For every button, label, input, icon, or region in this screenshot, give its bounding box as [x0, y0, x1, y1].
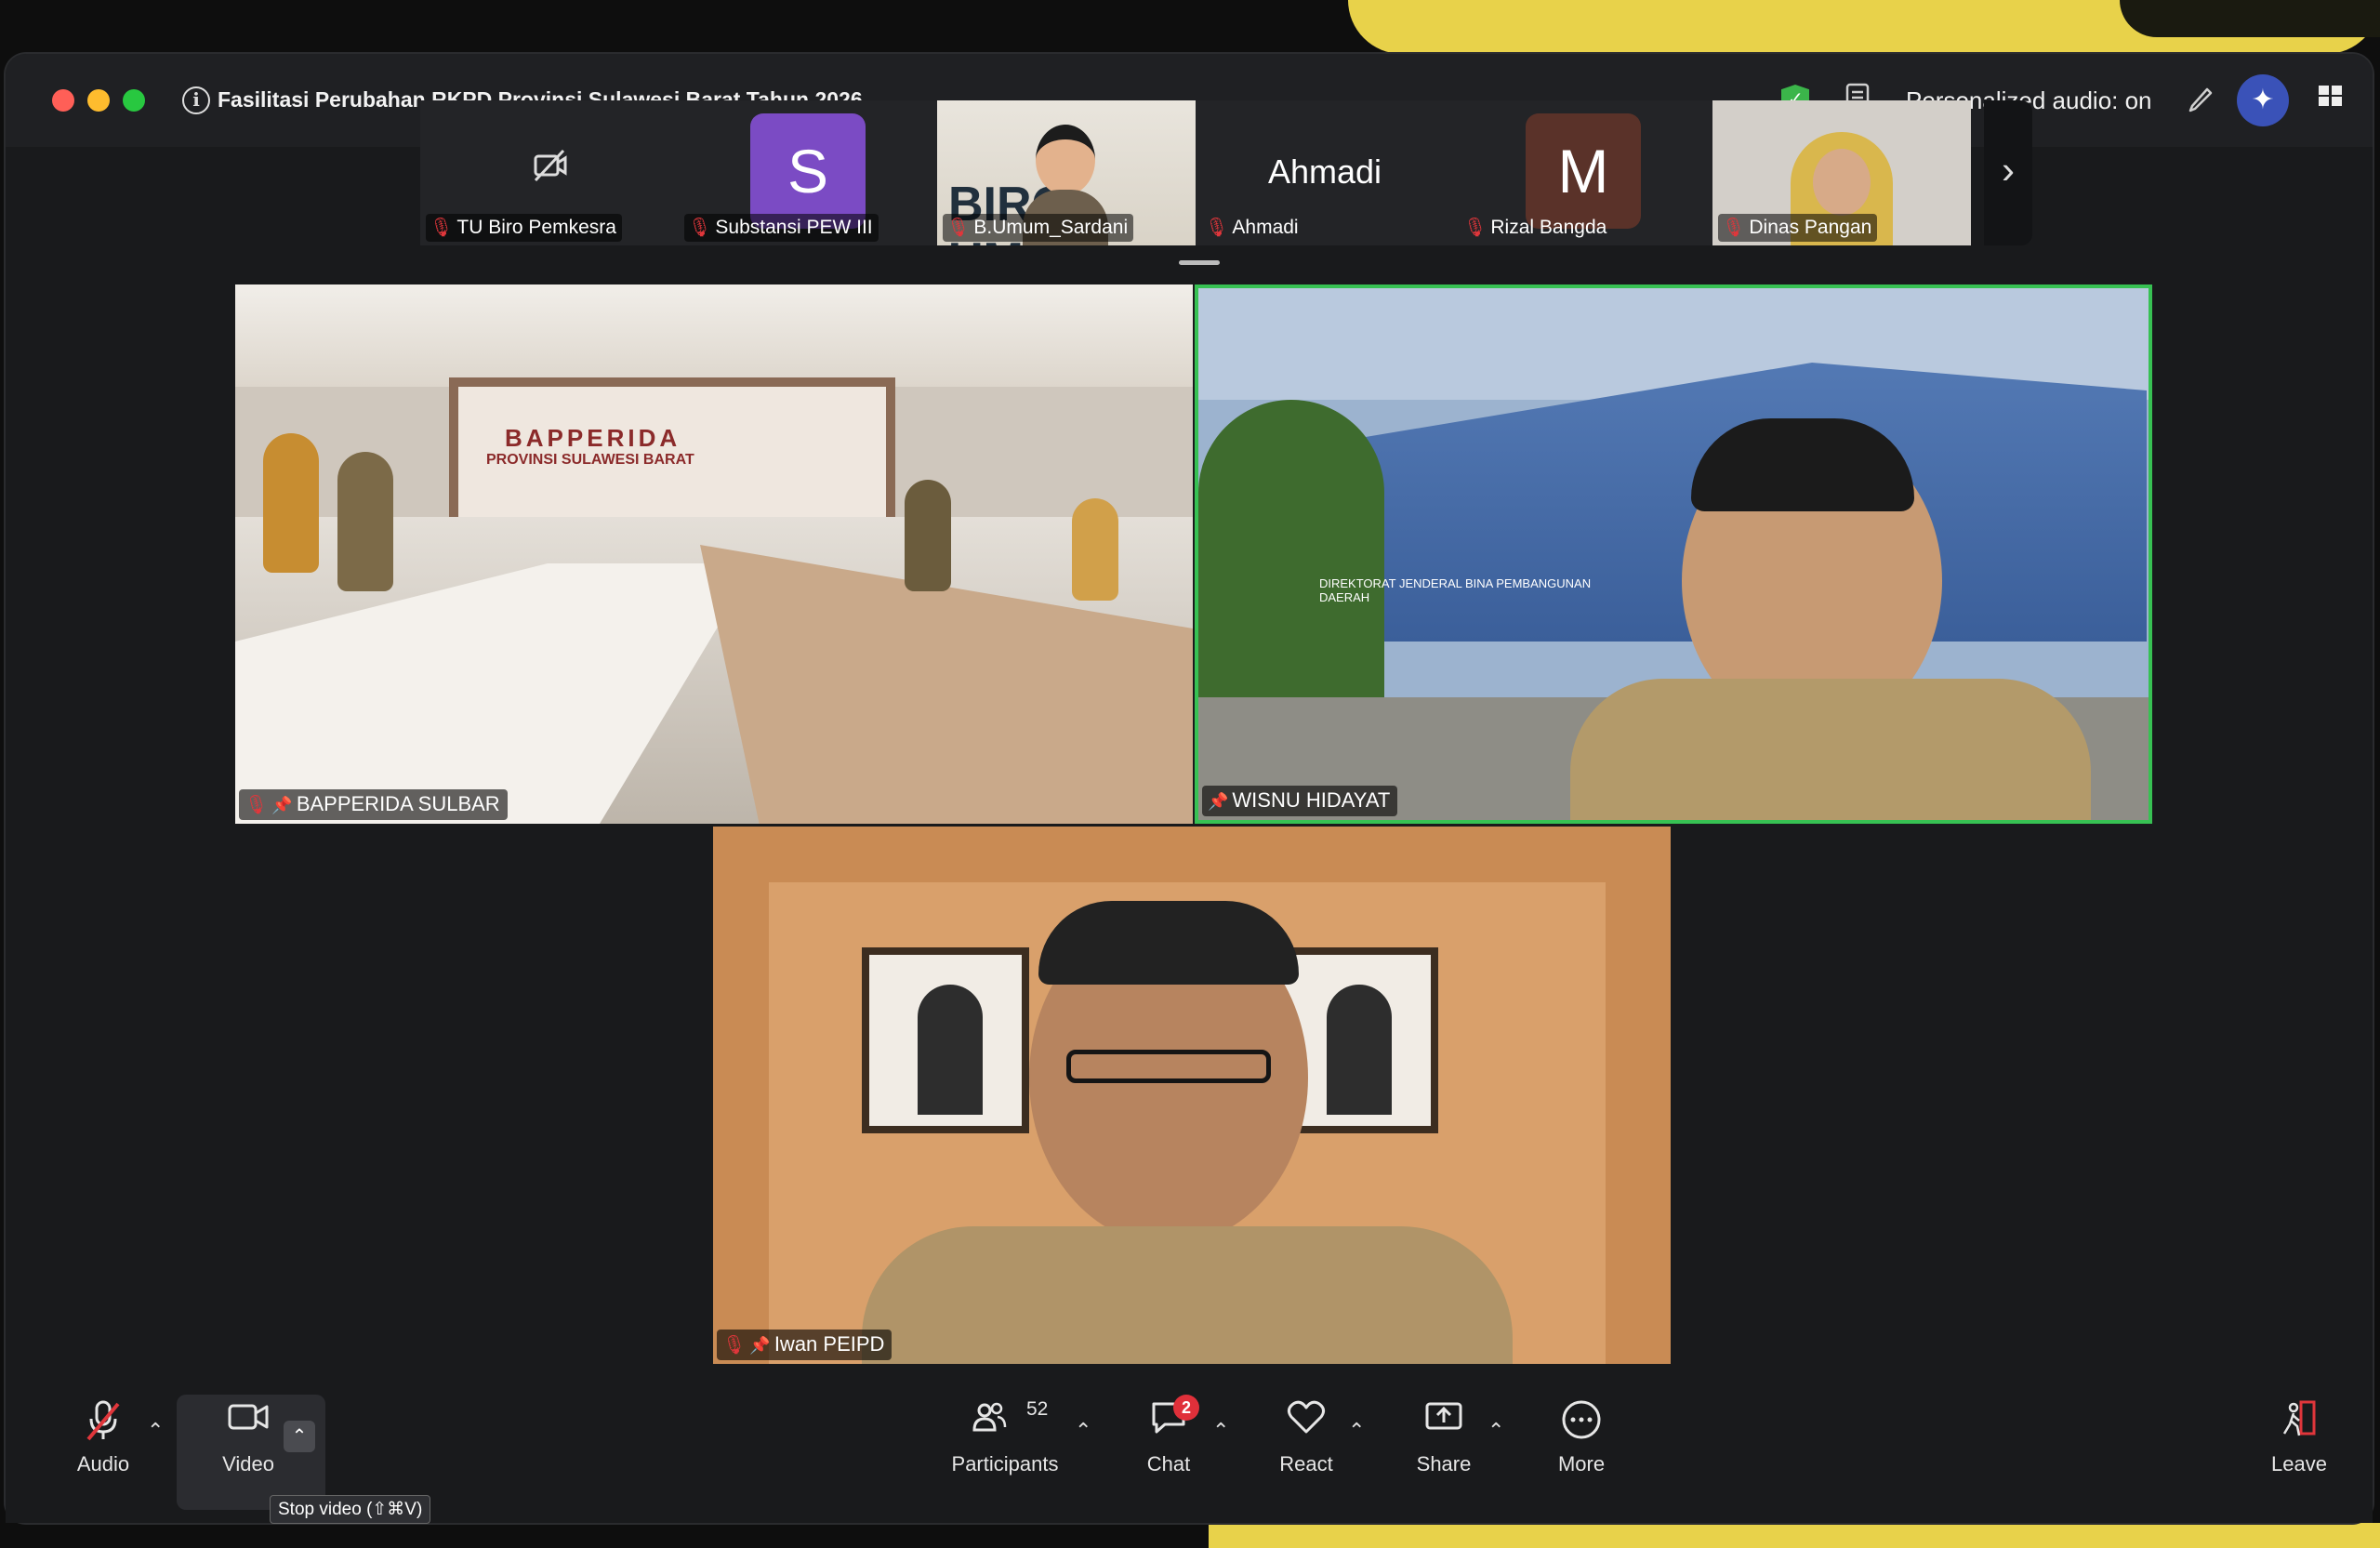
- chat-options-caret[interactable]: ⌃: [1212, 1419, 1229, 1443]
- mic-muted-icon: 🎙: [1463, 218, 1488, 238]
- participant-name-label: 🎙 Dinas Pangan: [1718, 214, 1878, 242]
- participant-name-label: 🎙 Ahmadi: [1205, 217, 1299, 238]
- react-label: React: [1279, 1452, 1333, 1475]
- avatar: M: [1526, 113, 1641, 229]
- more-button[interactable]: More: [1521, 1398, 1642, 1476]
- audio-label: Audio: [76, 1452, 130, 1475]
- share-button[interactable]: Share: [1383, 1398, 1504, 1476]
- video-options-caret[interactable]: ⌃: [284, 1421, 315, 1452]
- participant-name-label: 📌 WISNU HIDAYAT: [1202, 786, 1398, 816]
- mic-muted-icon: [43, 1398, 164, 1449]
- pencil-icon[interactable]: [2187, 82, 2215, 121]
- participant-name-label: 🎙 📌 Iwan PEIPD: [717, 1330, 892, 1360]
- video-tile[interactable]: BAPPERIDA PROVINSI SULAWESI BARAT 🎙 📌 BAPP…: [235, 284, 1193, 824]
- pin-icon: 📌: [271, 796, 293, 814]
- leave-label: Leave: [2271, 1452, 2327, 1475]
- filmstrip-tile[interactable]: 🎙 Dinas Pangan: [1712, 100, 1971, 245]
- participant-display-name: Ahmadi: [1267, 152, 1382, 191]
- filmstrip-tile[interactable]: Ahmadi 🎙 Ahmadi: [1196, 100, 1454, 245]
- audio-options-caret[interactable]: ⌃: [147, 1419, 164, 1443]
- participant-name-label: 🎙 TU Biro Pemkesra: [426, 214, 622, 242]
- mic-muted-icon: 🎙: [245, 795, 269, 815]
- mic-muted-icon: 🎙: [688, 218, 712, 238]
- filmstrip-tile[interactable]: M 🎙 Rizal Bangda: [1454, 100, 1712, 245]
- filmstrip-next-button[interactable]: ›: [1984, 100, 2032, 245]
- grid-view-icon[interactable]: [2317, 82, 2345, 117]
- video-off-icon: [532, 147, 569, 189]
- share-screen-icon: [1383, 1398, 1504, 1449]
- mic-muted-icon: 🎙: [1722, 218, 1746, 238]
- mic-muted-icon: 🎙: [430, 218, 454, 238]
- participant-video: DIREKTORAT JENDERAL BINA PEMBANGUNAN DAE…: [1198, 288, 2149, 820]
- info-icon[interactable]: i: [182, 86, 210, 114]
- react-options-caret[interactable]: ⌃: [1348, 1419, 1365, 1443]
- pin-icon: 📌: [749, 1336, 771, 1355]
- chat-button[interactable]: Chat: [1108, 1398, 1229, 1476]
- avatar: S: [750, 113, 866, 229]
- video-label: Video: [222, 1452, 274, 1475]
- desktop-wallpaper-shape: [2120, 0, 2380, 37]
- participants-label: Participants: [951, 1452, 1059, 1475]
- mic-muted-icon: 🎙: [722, 1335, 747, 1356]
- sparkle-icon[interactable]: ✦: [2237, 74, 2289, 126]
- video-tile[interactable]: 🎙 📌 Iwan PEIPD: [713, 827, 1671, 1364]
- filmstrip-tile[interactable]: BIRO UMUM 🎙B.Umum_Sardani: [937, 100, 1196, 245]
- mic-muted-icon: 🎙: [1205, 218, 1229, 238]
- video-tile-active-speaker[interactable]: DIREKTORAT JENDERAL BINA PEMBANGUNAN DAE…: [1195, 284, 2152, 824]
- participant-name-label: 🎙 📌 BAPPERIDA SULBAR: [239, 789, 508, 820]
- desktop-wallpaper-bottom: [1209, 1523, 2380, 1548]
- participant-name-label: 🎙 Rizal Bangda: [1463, 217, 1607, 238]
- chat-icon: [1108, 1398, 1229, 1449]
- minimize-window-button[interactable]: [87, 89, 110, 112]
- maximize-window-button[interactable]: [123, 89, 145, 112]
- filmstrip-resize-handle[interactable]: [1179, 260, 1220, 265]
- participant-name-label: 🎙 B.Umum_Sardani: [943, 214, 1134, 242]
- stop-video-tooltip: Stop video (⇧⌘V): [270, 1495, 431, 1524]
- share-label: Share: [1416, 1452, 1472, 1475]
- chat-unread-badge: 2: [1173, 1395, 1199, 1421]
- more-icon: [1521, 1398, 1642, 1449]
- participant-video: [713, 827, 1671, 1364]
- close-window-button[interactable]: [52, 89, 74, 112]
- participant-name-label: 🎙 Substansi PEW III: [684, 214, 879, 242]
- pin-icon: 📌: [1208, 792, 1229, 811]
- participant-count: 52: [1026, 1398, 1049, 1420]
- more-label: More: [1557, 1452, 1606, 1475]
- audio-button[interactable]: Audio: [43, 1398, 164, 1476]
- share-options-caret[interactable]: ⌃: [1488, 1419, 1504, 1443]
- participant-video: BAPPERIDA PROVINSI SULAWESI BARAT: [235, 284, 1193, 824]
- leave-icon: [2239, 1398, 2360, 1449]
- window-controls: [52, 89, 145, 112]
- filmstrip-tile[interactable]: S 🎙 Substansi PEW III: [679, 100, 937, 245]
- participants-options-caret[interactable]: ⌃: [1075, 1419, 1091, 1443]
- chat-label: Chat: [1146, 1452, 1191, 1475]
- mic-muted-icon: 🎙: [946, 218, 971, 238]
- participant-filmstrip: 🎙 TU Biro Pemkesra S 🎙 Substansi PEW III B…: [420, 100, 1971, 245]
- leave-button[interactable]: Leave: [2239, 1398, 2360, 1476]
- filmstrip-tile[interactable]: 🎙 TU Biro Pemkesra: [420, 100, 679, 245]
